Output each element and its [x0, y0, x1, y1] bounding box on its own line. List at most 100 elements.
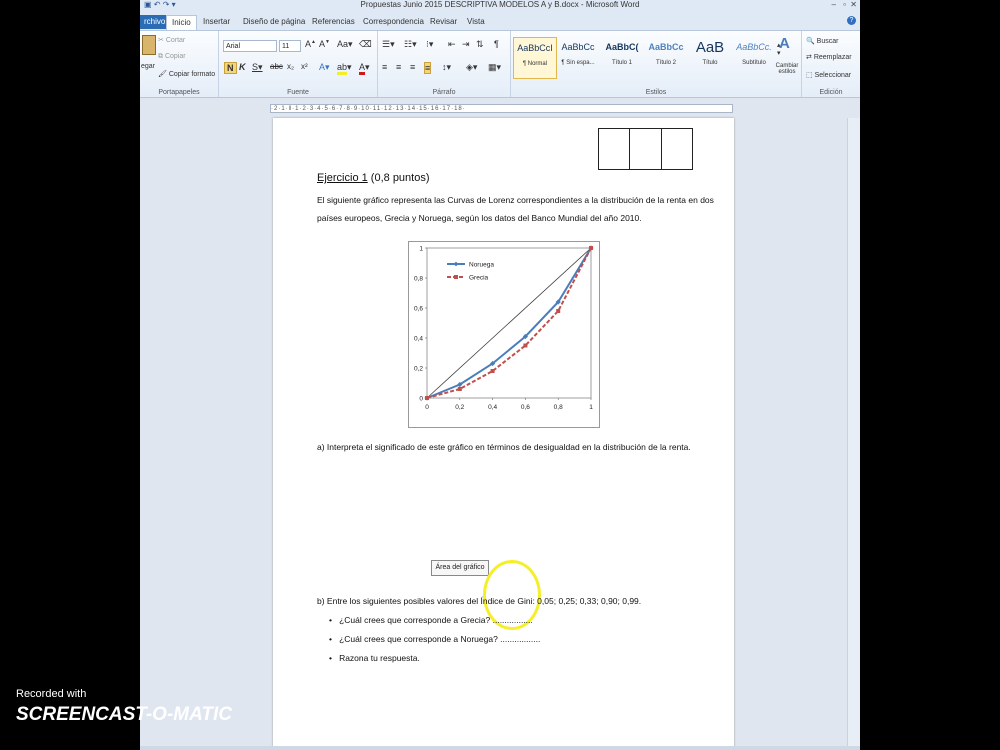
style-heading-1[interactable]: AaBbC( Título 1	[601, 37, 643, 77]
close-icon[interactable]: ✕	[850, 0, 857, 10]
legend-label-grecia: Grecia	[469, 275, 489, 282]
borders-icon[interactable]: ▦▾	[488, 62, 501, 73]
align-left-icon[interactable]: ≡	[382, 62, 387, 72]
font-name-select[interactable]: Arial	[223, 40, 277, 52]
font-size-select[interactable]: 11	[279, 40, 301, 52]
sort-icon[interactable]: ⇅	[476, 39, 484, 50]
subscript-button[interactable]: x₂	[287, 62, 294, 71]
style-subtitle[interactable]: AaBbCc. Subtítulo	[733, 37, 775, 77]
bullet-greece: ¿Cuál crees que corresponde a Grecia? ..…	[339, 615, 533, 625]
style-no-spacing-preview: AaBbCc	[561, 42, 595, 52]
tab-insert[interactable]: Insertar	[198, 15, 235, 29]
exercise-heading: Ejercicio 1 (0,8 puntos)	[317, 172, 430, 184]
status-bar	[140, 746, 860, 750]
font-group-label: Fuente	[287, 89, 309, 96]
legend-marker-grecia	[454, 275, 458, 279]
superscript-button[interactable]: x²	[301, 62, 308, 71]
tab-references[interactable]: Referencias	[307, 15, 360, 29]
bold-button[interactable]: N	[224, 62, 237, 74]
select-label: Seleccionar	[814, 72, 852, 79]
find-label: Buscar	[816, 38, 839, 45]
shrink-font-icon[interactable]: A▼	[319, 39, 330, 49]
legend-label-noruega: Noruega	[469, 262, 494, 269]
y-tick-label: 0	[419, 396, 423, 403]
bullet-norway: ¿Cuál crees que corresponde a Noruega? .…	[339, 634, 541, 644]
font-color-icon[interactable]: A▾	[359, 62, 370, 75]
bullet-item: • Razona tu respuesta.	[329, 653, 420, 663]
vertical-scrollbar[interactable]	[847, 118, 860, 750]
exercise-points: (0,8 puntos)	[367, 172, 430, 184]
exercise-title: Ejercicio 1	[317, 172, 368, 184]
increase-indent-icon[interactable]: ⇥	[462, 39, 470, 50]
ribbon-tabs: rchivo Inicio Insertar Diseño de página …	[140, 12, 860, 31]
style-heading-1-label: Título 1	[611, 60, 632, 66]
maximize-icon[interactable]: ▫	[843, 0, 846, 10]
underline-button[interactable]: S▾	[252, 62, 263, 73]
data-point-grecia	[490, 369, 495, 373]
change-styles-icon: A	[779, 35, 790, 52]
highlight-icon[interactable]: ab▾	[337, 62, 352, 75]
multilevel-list-icon[interactable]: ⁝▾	[426, 39, 433, 50]
style-title[interactable]: AaB Título	[689, 37, 731, 77]
copy-button[interactable]: ⧉ Copiar	[158, 53, 186, 61]
x-tick-label: 0	[425, 404, 429, 411]
tab-file[interactable]: rchivo	[140, 15, 170, 29]
tab-page-layout[interactable]: Diseño de página	[238, 15, 310, 29]
italic-button[interactable]: K	[239, 62, 246, 72]
lorenz-chart[interactable]: 0 0,2 0,4 0,6 0,8 1 0 0,2 0,4 0,6 0,8 1 Noruega Greci…	[408, 241, 600, 428]
x-tick-label: 1	[589, 404, 593, 411]
find-button[interactable]: 🔍 Buscar	[806, 37, 838, 45]
numbering-icon[interactable]: ☷▾	[404, 39, 417, 50]
word-window: ▣ ↶ ↷ ▾ Propuestas Junio 2015 DESCRIPTIV…	[140, 0, 860, 750]
minimize-icon[interactable]: –	[832, 0, 836, 10]
y-tick-label: 0,6	[414, 306, 423, 313]
data-point-grecia	[556, 309, 561, 313]
x-tick-label: 0,2	[455, 404, 464, 411]
grade-box	[629, 128, 662, 170]
style-subtitle-preview: AaBbCc.	[736, 42, 772, 52]
clipboard-group: egar ✂ Cortar ⧉ Copiar 🖌 Copiar formato …	[140, 31, 219, 97]
editing-group-label: Edición	[819, 89, 843, 96]
tab-home[interactable]: Inicio	[166, 15, 197, 30]
format-painter-button[interactable]: 🖌 Copiar formato	[158, 70, 215, 78]
cut-button[interactable]: ✂ Cortar	[158, 36, 185, 44]
select-button[interactable]: ⬚ Seleccionar	[806, 71, 851, 79]
style-subtitle-label: Subtítulo	[742, 60, 766, 66]
paste-button[interactable]: egar	[141, 63, 155, 70]
bullet-item: • ¿Cuál crees que corresponde a Grecia? …	[329, 615, 533, 625]
tab-review[interactable]: Revisar	[425, 15, 462, 29]
style-no-spacing-label: ¶ Sin espa...	[561, 60, 595, 66]
data-point-grecia	[589, 246, 593, 250]
style-normal[interactable]: AaBbCcI ¶ Normal	[513, 37, 557, 79]
line-spacing-icon[interactable]: ↕▾	[442, 62, 451, 73]
change-styles-button[interactable]: A Cambiar estilos	[771, 31, 801, 97]
bullets-icon[interactable]: ☰▾	[382, 39, 395, 50]
clear-format-icon[interactable]: ⌫	[359, 39, 372, 50]
x-tick-label: 0,8	[554, 404, 563, 411]
tab-mailings[interactable]: Correspondencia	[358, 15, 429, 29]
tab-view[interactable]: Vista	[462, 15, 490, 29]
text-effects-icon[interactable]: A▾	[319, 62, 330, 73]
shading-icon[interactable]: ◈▾	[466, 62, 477, 73]
align-center-icon[interactable]: ≡	[396, 62, 401, 72]
pilcrow-icon[interactable]: ¶	[494, 39, 499, 49]
strikethrough-button[interactable]: abc	[270, 62, 283, 71]
style-heading-2[interactable]: AaBbCc Título 2	[645, 37, 687, 77]
align-right-icon[interactable]: ≡	[410, 62, 415, 72]
horizontal-ruler[interactable]: ·2·1·‖·1·2·3·4·5·6·7·8·9·10·11·12·13·14·…	[270, 104, 733, 113]
window-title: Propuestas Junio 2015 DESCRIPTIVA MODELO…	[360, 0, 640, 9]
x-tick-label: 0,6	[521, 404, 530, 411]
help-icon[interactable]: ?	[847, 16, 856, 25]
bullet-item: • ¿Cuál crees que corresponde a Noruega?…	[329, 634, 541, 644]
paste-icon[interactable]	[142, 35, 156, 55]
grow-font-icon[interactable]: A▲	[305, 39, 316, 49]
decrease-indent-icon[interactable]: ⇤	[448, 39, 456, 50]
replace-button[interactable]: ⇄ Reemplazar	[806, 53, 852, 61]
change-case-icon[interactable]: Aa▾	[337, 39, 353, 50]
justify-icon[interactable]: ≡	[424, 62, 432, 74]
style-title-label: Título	[702, 60, 718, 66]
data-point-grecia	[425, 396, 429, 400]
document-page[interactable]: Ejercicio 1 (0,8 puntos) El siguiente gr…	[273, 118, 734, 750]
change-styles-label: Cambiar estilos	[775, 63, 799, 75]
style-no-spacing[interactable]: AaBbCc ¶ Sin espa...	[557, 37, 599, 77]
